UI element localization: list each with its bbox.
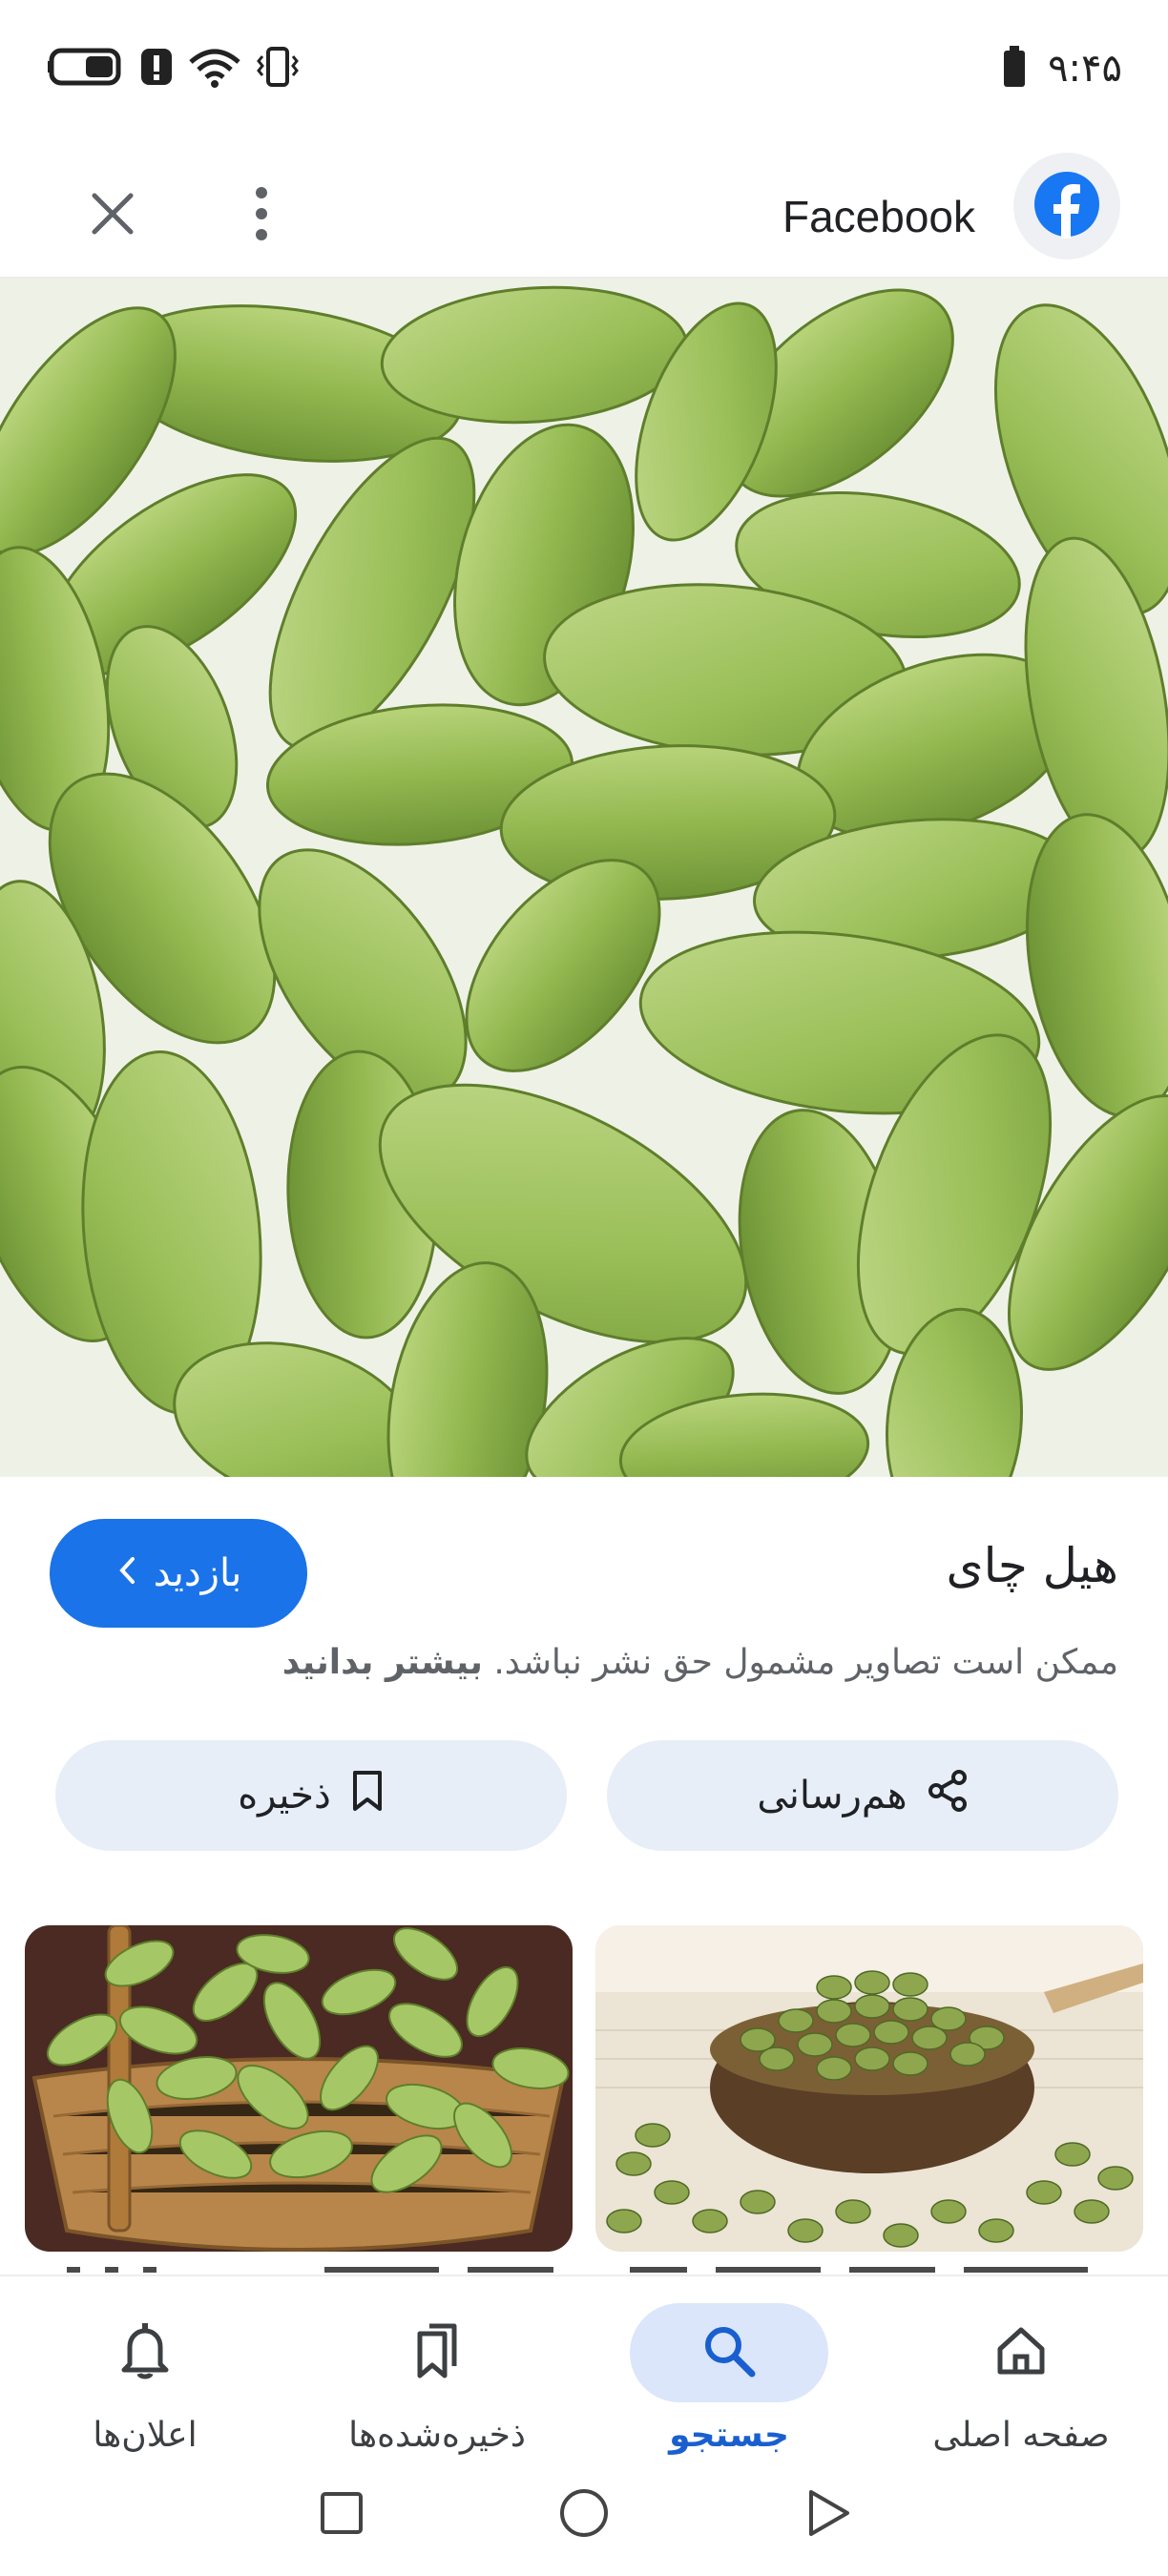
status-bar: ۹:۴۵	[0, 0, 1168, 134]
main-image[interactable]	[0, 279, 1168, 1477]
vibrate-icon	[256, 45, 300, 93]
related-thumbnail-basket[interactable]	[25, 1925, 573, 2252]
wifi-icon	[187, 45, 242, 93]
thumbnail-caption-fragment	[620, 2261, 1116, 2273]
close-button[interactable]	[67, 170, 158, 261]
search-icon	[700, 2322, 758, 2383]
home-icon	[992, 2322, 1050, 2383]
circle-icon	[557, 2486, 611, 2544]
nav-notifications-icon-wrap	[46, 2303, 244, 2402]
alert-icon	[139, 45, 174, 93]
related-thumbnail-spoon[interactable]	[595, 1925, 1143, 2252]
nav-notifications[interactable]: اعلان‌ها	[2, 2290, 288, 2455]
top-app-bar: Facebook	[0, 143, 1168, 279]
bookmark-icon	[350, 1770, 385, 1821]
visit-label: بازدید	[153, 1551, 242, 1595]
save-button[interactable]: ذخیره	[55, 1740, 567, 1851]
copyright-text: ممکن است تصاویر مشمول حق نشر نباشد.	[493, 1643, 1118, 1682]
thumbnail-caption-fragment	[67, 2261, 563, 2273]
more-options-button[interactable]	[216, 170, 307, 261]
status-icons-left	[48, 42, 300, 95]
bell-icon	[116, 2320, 174, 2385]
share-label: هم‌رسانی	[757, 1774, 907, 1818]
source-name[interactable]: Facebook	[782, 191, 975, 242]
more-vert-icon	[252, 185, 271, 246]
source-avatar[interactable]	[1013, 153, 1120, 260]
cardamom-pods-illustration	[0, 279, 1168, 1477]
share-button[interactable]: هم‌رسانی	[607, 1740, 1118, 1851]
nav-home[interactable]: صفحه اصلی	[878, 2290, 1164, 2455]
battery-saver-icon	[48, 45, 126, 93]
nav-search-label: جستجو	[669, 2416, 789, 2455]
nav-saved[interactable]: ذخیره‌شده‌ها	[294, 2290, 580, 2455]
nav-notifications-label: اعلان‌ها	[93, 2416, 198, 2455]
share-icon	[927, 1770, 969, 1821]
nav-search[interactable]: جستجو	[586, 2290, 872, 2455]
system-navigation-bar	[0, 2452, 1168, 2576]
nav-home-label: صفحه اصلی	[932, 2416, 1110, 2455]
clock: ۹:۴۵	[1048, 47, 1122, 91]
nav-home-icon-wrap	[922, 2303, 1120, 2402]
battery-icon	[1002, 46, 1027, 92]
nav-search-icon-wrap	[630, 2303, 828, 2402]
copyright-note: ممکن است تصاویر مشمول حق نشر نباشد. بیشت…	[282, 1643, 1118, 1682]
save-label: ذخیره	[238, 1774, 331, 1818]
recents-button[interactable]	[311, 2484, 372, 2545]
bookmarks-icon	[408, 2320, 466, 2385]
nav-saved-icon-wrap	[338, 2303, 536, 2402]
square-icon	[319, 2490, 365, 2540]
cardamom-spoon-illustration	[595, 1925, 1143, 2252]
facebook-logo-icon	[1032, 170, 1101, 242]
close-icon	[89, 190, 136, 241]
status-icons-right: ۹:۴۵	[1002, 42, 1122, 95]
bottom-navigation: صفحه اصلی جستجو ذخیره‌شده‌ها اعلان‌ها	[0, 2275, 1168, 2455]
learn-more-link[interactable]: بیشتر بدانید	[282, 1643, 483, 1682]
back-button[interactable]	[798, 2484, 859, 2545]
nav-saved-label: ذخیره‌شده‌ها	[348, 2416, 526, 2455]
chevron-left-icon	[115, 1551, 140, 1595]
visit-button[interactable]: بازدید	[50, 1519, 307, 1628]
result-title: هیل چای	[946, 1538, 1119, 1593]
home-system-button[interactable]	[553, 2484, 615, 2545]
triangle-back-icon	[803, 2486, 853, 2544]
cardamom-basket-illustration	[25, 1925, 573, 2252]
